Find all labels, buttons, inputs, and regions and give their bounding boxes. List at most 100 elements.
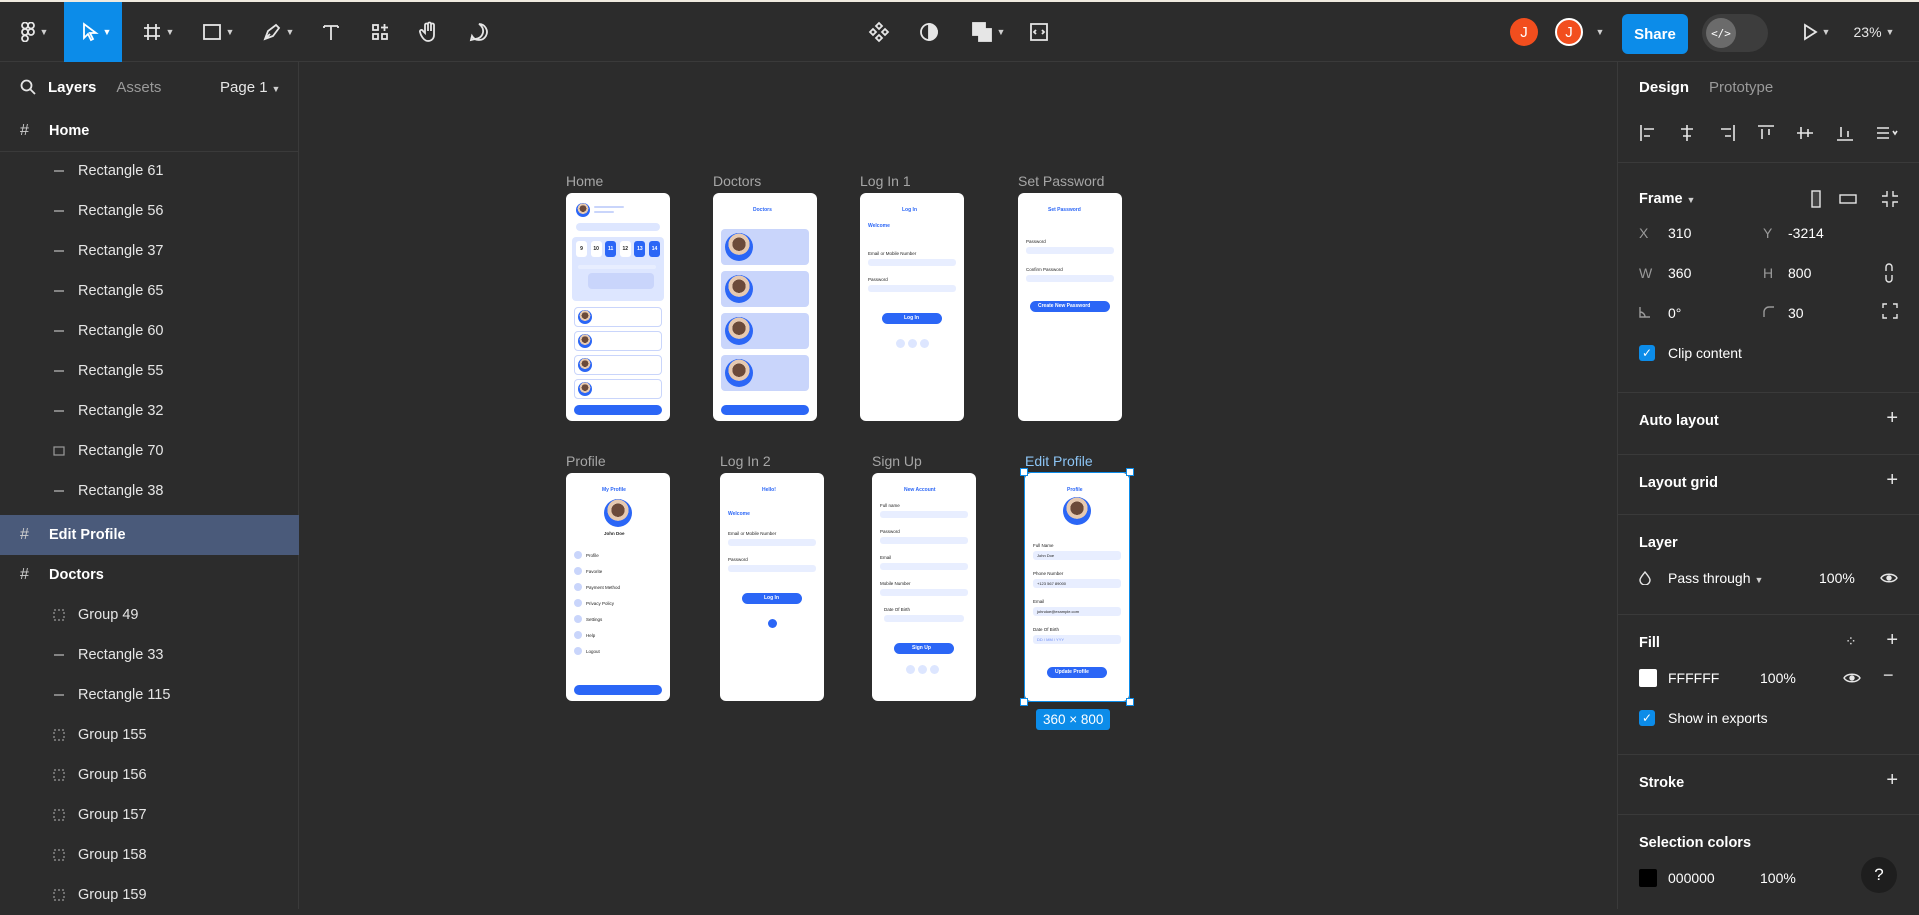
- avatar-current-user[interactable]: J: [1555, 18, 1583, 46]
- move-tool-icon[interactable]: ▼: [74, 14, 118, 50]
- comment-icon[interactable]: [464, 14, 494, 50]
- frame-login2[interactable]: Hello! Welcome Email or Mobile Number Pa…: [720, 473, 824, 701]
- frame-set-password[interactable]: Set Password Password Confirm Password C…: [1018, 193, 1122, 421]
- frame-signup[interactable]: New Account Full name Password Email Mob…: [872, 473, 976, 701]
- layer-item[interactable]: Rectangle 32: [0, 391, 299, 431]
- align-center-h-icon[interactable]: [1678, 124, 1696, 142]
- layer-item[interactable]: Rectangle 55: [0, 351, 299, 391]
- corner-radius-input[interactable]: 30: [1788, 305, 1804, 321]
- frame-label-signup[interactable]: Sign Up: [872, 453, 922, 469]
- avatar[interactable]: J: [1510, 18, 1538, 46]
- selection-color-hex[interactable]: 000000: [1668, 870, 1715, 886]
- fill-swatch[interactable]: [1639, 669, 1657, 687]
- figma-menu-icon[interactable]: ▼: [14, 14, 54, 50]
- layer-item[interactable]: Rectangle 33: [0, 635, 299, 675]
- layer-item[interactable]: Rectangle 38: [0, 471, 299, 511]
- fill-hex-input[interactable]: FFFFFF: [1668, 670, 1719, 686]
- frame-dropdown[interactable]: Frame ▼: [1639, 191, 1695, 207]
- design-canvas[interactable]: Home Doctors Log In 1 Set Password 9 10 11…: [299, 62, 1617, 909]
- styles-icon[interactable]: ⁘: [1845, 633, 1858, 650]
- layer-item[interactable]: Rectangle 65: [0, 271, 299, 311]
- layer-item[interactable]: Group 49: [0, 595, 299, 635]
- independent-corners-icon[interactable]: [1882, 303, 1898, 319]
- constrain-proportions-icon[interactable]: [1882, 263, 1896, 283]
- resize-handle[interactable]: [1126, 698, 1134, 706]
- add-auto-layout-icon[interactable]: +: [1886, 407, 1898, 430]
- landscape-icon[interactable]: [1838, 189, 1858, 209]
- h-input[interactable]: 800: [1788, 265, 1811, 281]
- crop-icon[interactable]: [1024, 14, 1054, 50]
- tab-assets[interactable]: Assets: [116, 79, 161, 96]
- layer-opacity-input[interactable]: 100%: [1819, 570, 1855, 586]
- resize-to-fit-icon[interactable]: [1880, 189, 1900, 209]
- align-center-v-icon[interactable]: [1796, 124, 1814, 142]
- frame-label-login1[interactable]: Log In 1: [860, 173, 911, 189]
- add-layout-grid-icon[interactable]: +: [1886, 469, 1898, 492]
- frame-tool-icon[interactable]: ▼: [136, 14, 180, 50]
- frame-label-login2[interactable]: Log In 2: [720, 453, 771, 469]
- layer-item[interactable]: Group 155: [0, 715, 299, 755]
- component-icon[interactable]: [864, 14, 894, 50]
- y-input[interactable]: -3214: [1788, 225, 1824, 241]
- resize-handle[interactable]: [1020, 698, 1028, 706]
- frame-login1[interactable]: Log In Welcome Email or Mobile Number Pa…: [860, 193, 964, 421]
- layer-item[interactable]: Rectangle 37: [0, 231, 299, 271]
- rotation-input[interactable]: 0°: [1668, 305, 1681, 321]
- fill-opacity-input[interactable]: 100%: [1760, 670, 1796, 686]
- resources-icon[interactable]: [365, 14, 395, 50]
- boolean-icon[interactable]: ▼: [966, 14, 1010, 50]
- remove-fill-icon[interactable]: −: [1883, 665, 1894, 686]
- portrait-icon[interactable]: [1806, 189, 1826, 209]
- search-icon[interactable]: [20, 79, 36, 95]
- chevron-down-icon[interactable]: ▼: [1588, 14, 1608, 50]
- add-stroke-icon[interactable]: +: [1886, 769, 1898, 792]
- layer-frame-doctors[interactable]: # Doctors: [0, 555, 299, 595]
- layer-item[interactable]: Group 158: [0, 835, 299, 875]
- resize-handle[interactable]: [1020, 468, 1028, 476]
- rectangle-tool-icon[interactable]: ▼: [196, 14, 240, 50]
- frame-label-profile[interactable]: Profile: [566, 453, 606, 469]
- layer-item[interactable]: Group 157: [0, 795, 299, 835]
- frame-doctors[interactable]: Doctors: [713, 193, 817, 421]
- tab-prototype[interactable]: Prototype: [1709, 79, 1773, 96]
- layer-item[interactable]: Group 156: [0, 755, 299, 795]
- text-tool-icon[interactable]: [316, 14, 346, 50]
- layer-frame-edit-profile[interactable]: # Edit Profile: [0, 515, 299, 555]
- align-bottom-icon[interactable]: [1836, 124, 1854, 142]
- contrast-icon[interactable]: [914, 14, 944, 50]
- frame-home[interactable]: 9 10 11 12 13 14: [566, 193, 670, 421]
- distribute-icon[interactable]: [1875, 124, 1899, 142]
- tab-design[interactable]: Design: [1639, 79, 1689, 96]
- tab-layers[interactable]: Layers: [48, 79, 96, 96]
- align-top-icon[interactable]: [1757, 124, 1775, 142]
- layer-item[interactable]: Rectangle 60: [0, 311, 299, 351]
- share-button[interactable]: Share: [1622, 14, 1688, 54]
- pen-tool-icon[interactable]: ▼: [256, 14, 300, 50]
- layer-item[interactable]: Rectangle 56: [0, 191, 299, 231]
- dev-mode-toggle[interactable]: </>: [1702, 14, 1768, 52]
- layer-item[interactable]: Rectangle 115: [0, 675, 299, 715]
- show-in-exports-checkbox[interactable]: ✓: [1639, 710, 1655, 726]
- help-button[interactable]: ?: [1861, 857, 1897, 893]
- frame-profile[interactable]: My Profile John Doe Profile Favorite Payme…: [566, 473, 670, 701]
- play-icon[interactable]: ▼: [1796, 14, 1836, 50]
- clip-content-checkbox[interactable]: ✓: [1639, 345, 1655, 361]
- layer-item[interactable]: Rectangle 61: [0, 151, 299, 191]
- layer-frame-home[interactable]: # Home: [0, 111, 299, 151]
- eye-icon[interactable]: [1843, 671, 1861, 685]
- frame-label-edit-profile[interactable]: Edit Profile: [1025, 453, 1093, 469]
- zoom-control[interactable]: 23% ▼: [1846, 14, 1902, 50]
- selection-color-opacity[interactable]: 100%: [1760, 870, 1796, 886]
- blend-mode-select[interactable]: Pass through ▼: [1668, 570, 1763, 586]
- frame-label-doctors[interactable]: Doctors: [713, 173, 761, 189]
- resize-handle[interactable]: [1126, 468, 1134, 476]
- selection-color-swatch[interactable]: [1639, 869, 1657, 887]
- page-selector[interactable]: Page 1 ▼: [220, 79, 280, 96]
- eye-icon[interactable]: [1880, 571, 1898, 585]
- align-left-icon[interactable]: [1639, 124, 1657, 142]
- align-right-icon[interactable]: [1718, 124, 1736, 142]
- layer-item[interactable]: Rectangle 70: [0, 431, 299, 471]
- x-input[interactable]: 310: [1668, 225, 1691, 241]
- add-fill-icon[interactable]: +: [1886, 629, 1898, 652]
- selection-box[interactable]: [1024, 472, 1130, 702]
